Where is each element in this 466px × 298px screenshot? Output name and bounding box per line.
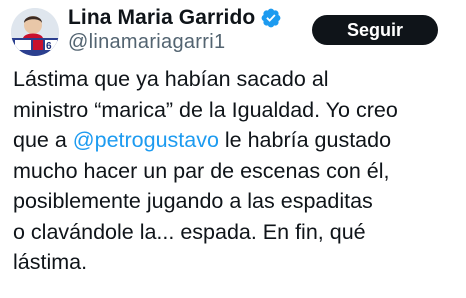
- avatar[interactable]: 6: [11, 8, 59, 56]
- tweet-line: o clavándole la... espada. En fin, qué: [13, 219, 366, 244]
- author-handle[interactable]: @linamariagarri1: [68, 31, 225, 54]
- tweet-card: 6 Lina Maria Garrido @linamariagarri1 Se…: [0, 0, 466, 298]
- tweet-line: Lástima que ya habían sacado al: [13, 67, 329, 91]
- mention-link[interactable]: @petrogustavo: [73, 128, 219, 152]
- tweet-line: lástima.: [13, 250, 88, 274]
- tweet-text-fragment: le habría gustado: [218, 128, 392, 152]
- avatar-badge: 6: [46, 41, 52, 52]
- verified-badge-icon: [260, 7, 282, 29]
- tweet-text: Lástima que ya habían sacado al ministro…: [13, 64, 461, 278]
- tweet-line: posiblemente jugando a las espaditas: [13, 189, 373, 213]
- follow-button[interactable]: Seguir: [312, 15, 438, 45]
- avatar-image: 6: [11, 8, 59, 56]
- tweet-line: ministro “marica” de la Igualdad. Yo cre…: [13, 97, 398, 122]
- author-name-row: Lina Maria Garrido: [68, 4, 282, 32]
- author-display-name[interactable]: Lina Maria Garrido: [68, 6, 255, 30]
- tweet-line: mucho hacer un par de escenas con él,: [13, 158, 390, 183]
- tweet-line: que a @petrogustavo le habría gustado: [13, 125, 461, 156]
- tweet-text-fragment: que a: [13, 128, 73, 152]
